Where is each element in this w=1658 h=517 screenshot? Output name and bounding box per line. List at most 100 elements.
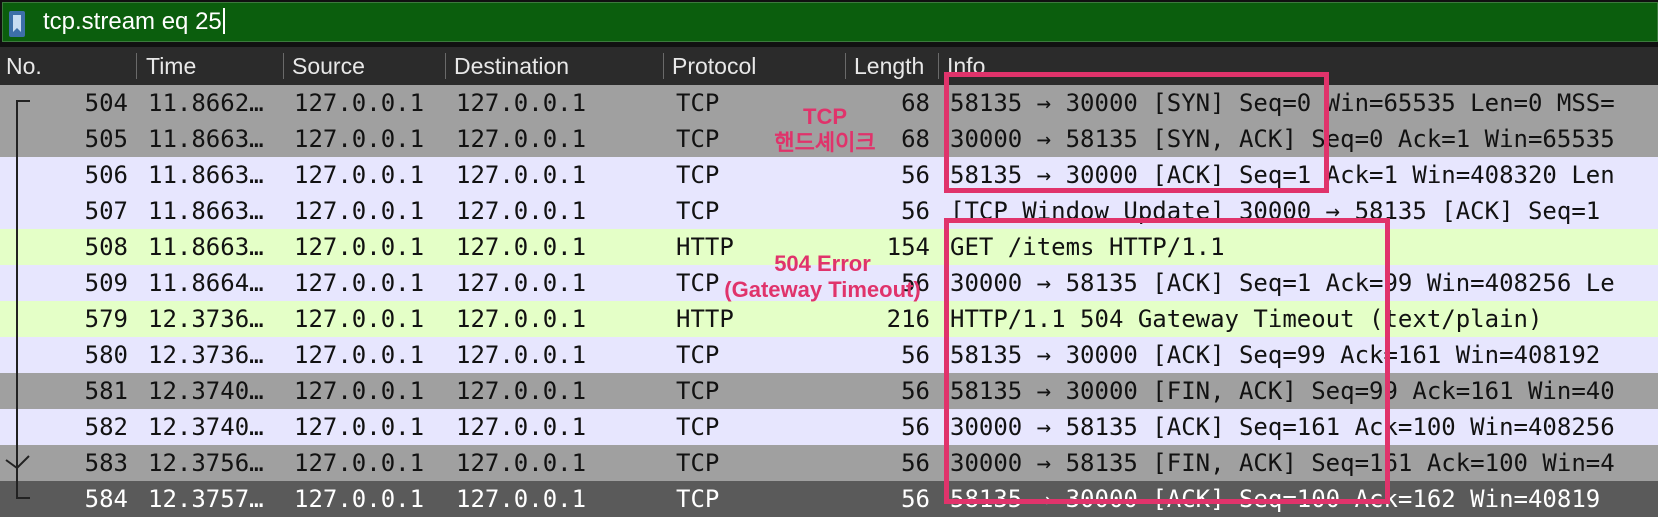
packet-destination: 127.0.0.1 — [456, 161, 587, 189]
packet-source: 127.0.0.1 — [294, 125, 425, 153]
packet-info: 58135 → 30000 [ACK] Seq=99 Ack=161 Win=4… — [950, 341, 1601, 369]
packet-length: 56 — [901, 485, 930, 513]
ack-checkmark-icon — [5, 455, 30, 470]
handshake-annotation: TCP 핸드셰이크 — [765, 104, 885, 156]
text-caret — [222, 8, 225, 34]
column-header-destination[interactable]: Destination — [448, 47, 658, 85]
packet-row[interactable]: 507 11.8663… 127.0.0.1 127.0.0.1 TCP 56 … — [0, 193, 1658, 229]
packet-info: GET /items HTTP/1.1 — [950, 233, 1225, 261]
packet-number: 583 — [84, 449, 128, 477]
packet-row[interactable]: 580 12.3736… 127.0.0.1 127.0.0.1 TCP 56 … — [0, 337, 1658, 373]
packet-source: 127.0.0.1 — [294, 233, 425, 261]
packet-time: 12.3740… — [148, 377, 264, 405]
packet-destination: 127.0.0.1 — [456, 377, 587, 405]
packet-number: 584 — [84, 485, 128, 513]
packet-protocol: TCP — [676, 161, 720, 189]
packet-protocol: TCP — [676, 341, 720, 369]
packet-time: 12.3757… — [148, 485, 264, 513]
packet-number: 579 — [84, 305, 128, 333]
packet-destination: 127.0.0.1 — [456, 197, 587, 225]
column-header-length[interactable]: Length — [848, 47, 936, 85]
error-annotation-line2: (Gateway Timeout) — [724, 277, 921, 302]
packet-number: 508 — [84, 233, 128, 261]
packet-row[interactable]: 584 12.3757… 127.0.0.1 127.0.0.1 TCP 56 … — [0, 481, 1658, 517]
packet-info: 58135 → 30000 [ACK] Seq=100 Ack=162 Win=… — [950, 485, 1601, 513]
packet-protocol: TCP — [676, 485, 720, 513]
column-divider[interactable] — [136, 53, 137, 79]
packet-row[interactable]: 582 12.3740… 127.0.0.1 127.0.0.1 TCP 56 … — [0, 409, 1658, 445]
packet-destination: 127.0.0.1 — [456, 233, 587, 261]
packet-time: 11.8662… — [148, 89, 264, 117]
packet-row[interactable]: 581 12.3740… 127.0.0.1 127.0.0.1 TCP 56 … — [0, 373, 1658, 409]
packet-row[interactable]: 579 12.3736… 127.0.0.1 127.0.0.1 HTTP 21… — [0, 301, 1658, 337]
packet-time: 11.8663… — [148, 197, 264, 225]
packet-destination: 127.0.0.1 — [456, 305, 587, 333]
column-header-time[interactable]: Time — [140, 47, 280, 85]
column-header-protocol[interactable]: Protocol — [666, 47, 841, 85]
column-divider[interactable] — [445, 53, 446, 79]
packet-length: 56 — [901, 449, 930, 477]
packet-source: 127.0.0.1 — [294, 413, 425, 441]
conversation-bracket — [16, 102, 18, 497]
column-header-source[interactable]: Source — [286, 47, 441, 85]
column-divider[interactable] — [663, 53, 664, 79]
packet-info: 30000 → 58135 [FIN, ACK] Seq=161 Ack=100… — [950, 449, 1615, 477]
packet-list-header: No. Time Source Destination Protocol Len… — [0, 47, 1658, 85]
packet-protocol: TCP — [676, 413, 720, 441]
packet-length: 56 — [901, 341, 930, 369]
packet-destination: 127.0.0.1 — [456, 413, 587, 441]
packet-number: 506 — [84, 161, 128, 189]
packet-destination: 127.0.0.1 — [456, 341, 587, 369]
conversation-bracket-start — [16, 100, 30, 102]
packet-info: 58135 → 30000 [ACK] Seq=1 Ack=1 Win=4083… — [950, 161, 1615, 189]
packet-length: 56 — [901, 377, 930, 405]
packet-row[interactable]: 506 11.8663… 127.0.0.1 127.0.0.1 TCP 56 … — [0, 157, 1658, 193]
packet-number: 504 — [84, 89, 128, 117]
packet-time: 11.8663… — [148, 125, 264, 153]
packet-time: 11.8663… — [148, 161, 264, 189]
packet-number: 580 — [84, 341, 128, 369]
display-filter-bar: tcp.stream eq 25 — [0, 0, 1658, 45]
packet-source: 127.0.0.1 — [294, 485, 425, 513]
packet-row[interactable]: 583 12.3756… 127.0.0.1 127.0.0.1 TCP 56 … — [0, 445, 1658, 481]
handshake-annotation-line1: TCP — [803, 104, 847, 129]
packet-source: 127.0.0.1 — [294, 377, 425, 405]
bookmark-icon[interactable] — [9, 11, 25, 37]
packet-destination: 127.0.0.1 — [456, 125, 587, 153]
packet-source: 127.0.0.1 — [294, 269, 425, 297]
packet-info: HTTP/1.1 504 Gateway Timeout (text/plain… — [950, 305, 1543, 333]
display-filter-text[interactable]: tcp.stream eq 25 — [43, 8, 225, 36]
conversation-bracket-end — [16, 497, 30, 499]
error-annotation: 504 Error (Gateway Timeout) — [710, 251, 935, 303]
packet-info: 58135 → 30000 [FIN, ACK] Seq=99 Ack=161 … — [950, 377, 1615, 405]
packet-number: 582 — [84, 413, 128, 441]
display-filter-input[interactable]: tcp.stream eq 25 — [2, 2, 1658, 42]
packet-source: 127.0.0.1 — [294, 161, 425, 189]
packet-time: 12.3736… — [148, 305, 264, 333]
packet-source: 127.0.0.1 — [294, 305, 425, 333]
packet-destination: 127.0.0.1 — [456, 269, 587, 297]
packet-time: 12.3736… — [148, 341, 264, 369]
packet-number: 581 — [84, 377, 128, 405]
packet-protocol: TCP — [676, 377, 720, 405]
packet-destination: 127.0.0.1 — [456, 89, 587, 117]
packet-info: 30000 → 58135 [ACK] Seq=161 Ack=100 Win=… — [950, 413, 1615, 441]
packet-number: 505 — [84, 125, 128, 153]
error-annotation-line1: 504 Error — [774, 251, 871, 276]
column-divider[interactable] — [845, 53, 846, 79]
column-divider[interactable] — [283, 53, 284, 79]
packet-length: 56 — [901, 197, 930, 225]
packet-source: 127.0.0.1 — [294, 197, 425, 225]
packet-time: 12.3740… — [148, 413, 264, 441]
handshake-annotation-line2: 핸드셰이크 — [774, 130, 876, 155]
packet-protocol: HTTP — [676, 305, 734, 333]
packet-source: 127.0.0.1 — [294, 341, 425, 369]
packet-length: 56 — [901, 413, 930, 441]
column-divider[interactable] — [938, 53, 939, 79]
packet-protocol: TCP — [676, 449, 720, 477]
packet-destination: 127.0.0.1 — [456, 449, 587, 477]
packet-source: 127.0.0.1 — [294, 449, 425, 477]
packet-destination: 127.0.0.1 — [456, 485, 587, 513]
column-header-info[interactable]: Info — [941, 47, 1658, 85]
column-header-no[interactable]: No. — [0, 47, 130, 85]
